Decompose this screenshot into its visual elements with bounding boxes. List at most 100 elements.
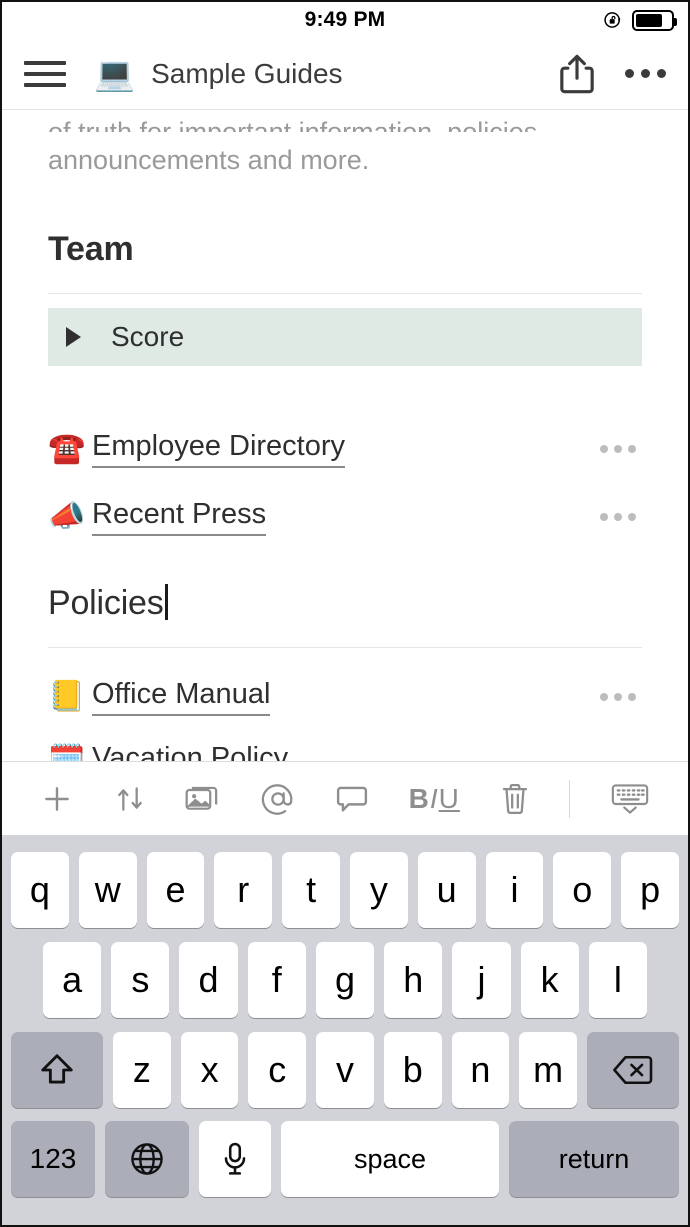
rotation-lock-icon bbox=[604, 12, 621, 28]
underline-icon: U bbox=[438, 782, 460, 814]
bold-icon: B bbox=[408, 782, 430, 814]
text-cursor bbox=[164, 584, 168, 620]
row-options-icon[interactable] bbox=[600, 693, 636, 701]
backspace-icon bbox=[613, 1055, 653, 1085]
delete-button[interactable] bbox=[500, 782, 530, 816]
comment-bubble-icon bbox=[336, 786, 367, 812]
hamburger-menu-icon[interactable] bbox=[24, 60, 66, 87]
trash-icon bbox=[502, 783, 527, 814]
toggle-block-score[interactable]: Score bbox=[48, 308, 642, 366]
key-n[interactable]: n bbox=[451, 1032, 510, 1108]
key-l[interactable]: l bbox=[588, 942, 647, 1018]
key-u[interactable]: u bbox=[417, 852, 476, 928]
clipped-emoji-icon: 🗓️ bbox=[48, 744, 86, 762]
key-i[interactable]: i bbox=[485, 852, 544, 928]
more-options-icon[interactable] bbox=[625, 69, 666, 78]
keyboard-row-3: z x c v b n m bbox=[6, 1025, 684, 1115]
divider bbox=[48, 647, 642, 648]
status-bar: 9:49 PM bbox=[2, 2, 688, 38]
list-item[interactable]: ☎️ Employee Directory bbox=[48, 430, 642, 468]
key-w[interactable]: w bbox=[78, 852, 137, 928]
page-link-vacation-policy[interactable]: Vacation Policy bbox=[92, 742, 288, 761]
keyboard-row-4: 123 space return bbox=[6, 1115, 684, 1203]
divider bbox=[48, 293, 642, 294]
key-e[interactable]: e bbox=[146, 852, 205, 928]
up-down-arrows-icon bbox=[117, 786, 142, 811]
row-options-icon[interactable] bbox=[600, 445, 636, 453]
key-h[interactable]: h bbox=[384, 942, 443, 1018]
key-a[interactable]: a bbox=[43, 942, 102, 1018]
microphone-icon bbox=[224, 1142, 246, 1175]
clipped-paragraph-top: of truth for important information, poli… bbox=[48, 117, 545, 132]
page-link-employee-directory[interactable]: Employee Directory bbox=[92, 430, 346, 468]
telephone-icon: ☎️ bbox=[48, 432, 86, 465]
key-p[interactable]: p bbox=[621, 852, 679, 928]
section-heading-policies-text: Policies bbox=[48, 584, 164, 622]
list-item[interactable]: 📒 Office Manual bbox=[48, 678, 642, 716]
dictation-key[interactable] bbox=[199, 1121, 271, 1197]
space-key[interactable]: space bbox=[281, 1121, 499, 1197]
numbers-key[interactable]: 123 bbox=[11, 1121, 95, 1197]
mobile-app-screen: 9:49 PM 💻 Sample Guides of truth for imp… bbox=[0, 0, 690, 1227]
section-heading-policies[interactable]: Policies bbox=[48, 584, 642, 623]
add-block-button[interactable] bbox=[40, 782, 74, 816]
battery-icon bbox=[632, 9, 677, 31]
navigation-bar: 💻 Sample Guides bbox=[2, 38, 688, 110]
key-z[interactable]: z bbox=[112, 1032, 171, 1108]
notebook-icon: 📒 bbox=[48, 680, 86, 713]
page-title: Sample Guides bbox=[151, 57, 343, 89]
italic-icon: I bbox=[429, 782, 439, 814]
globe-key[interactable] bbox=[105, 1121, 189, 1197]
key-k[interactable]: k bbox=[520, 942, 579, 1018]
photo-icon bbox=[185, 786, 218, 810]
megaphone-icon: 📣 bbox=[48, 500, 86, 533]
document-content[interactable]: of truth for important information, poli… bbox=[2, 110, 688, 761]
page-emoji-icon: 💻 bbox=[94, 55, 136, 92]
section-heading-team[interactable]: Team bbox=[48, 230, 642, 269]
keyboard-row-2: a s d f g h j k l bbox=[6, 935, 684, 1025]
editor-toolbar: BIU bbox=[2, 761, 688, 835]
return-key[interactable]: return bbox=[509, 1121, 679, 1197]
plus-icon bbox=[45, 786, 69, 811]
key-y[interactable]: y bbox=[350, 852, 408, 928]
status-bar-time: 9:49 PM bbox=[304, 8, 386, 31]
key-r[interactable]: r bbox=[214, 852, 273, 928]
key-j[interactable]: j bbox=[452, 942, 511, 1018]
key-c[interactable]: c bbox=[248, 1032, 307, 1108]
key-x[interactable]: x bbox=[180, 1032, 239, 1108]
text-format-button[interactable]: BIU bbox=[409, 783, 460, 815]
move-block-button[interactable] bbox=[114, 782, 146, 816]
key-s[interactable]: s bbox=[111, 942, 170, 1018]
toggle-label: Score bbox=[111, 321, 185, 352]
row-options-icon[interactable] bbox=[600, 513, 636, 521]
key-v[interactable]: v bbox=[316, 1032, 374, 1108]
list-item[interactable]: 📣 Recent Press bbox=[48, 498, 642, 536]
paragraph-text: announcements and more. bbox=[48, 145, 370, 175]
chevron-right-icon[interactable] bbox=[66, 327, 81, 347]
shift-arrow-icon bbox=[41, 1054, 73, 1084]
key-d[interactable]: d bbox=[179, 942, 238, 1018]
virtual-keyboard: q w e r t y u i o p a s d f g h j k l z … bbox=[2, 835, 688, 1225]
key-f[interactable]: f bbox=[247, 942, 306, 1018]
dismiss-keyboard-button[interactable] bbox=[610, 782, 650, 816]
key-t[interactable]: t bbox=[282, 852, 340, 928]
key-o[interactable]: o bbox=[553, 852, 612, 928]
key-b[interactable]: b bbox=[383, 1032, 442, 1108]
status-bar-indicators bbox=[603, 2, 677, 38]
insert-image-button[interactable] bbox=[185, 783, 221, 815]
toolbar-divider bbox=[569, 779, 571, 818]
list-item-clipped[interactable]: 🗓️ Vacation Policy bbox=[48, 742, 642, 761]
key-m[interactable]: m bbox=[519, 1032, 578, 1108]
page-link-recent-press[interactable]: Recent Press bbox=[92, 498, 267, 536]
backspace-key[interactable] bbox=[587, 1032, 680, 1108]
share-icon[interactable] bbox=[557, 52, 597, 96]
comment-button[interactable] bbox=[335, 783, 369, 815]
hide-keyboard-icon bbox=[611, 783, 649, 814]
keyboard-row-1: q w e r t y u i o p bbox=[6, 845, 684, 935]
key-g[interactable]: g bbox=[315, 942, 375, 1018]
page-link-office-manual[interactable]: Office Manual bbox=[92, 678, 271, 716]
key-q[interactable]: q bbox=[11, 852, 69, 928]
mention-button[interactable] bbox=[261, 782, 295, 816]
globe-language-icon bbox=[131, 1143, 163, 1175]
shift-key[interactable] bbox=[10, 1032, 103, 1108]
